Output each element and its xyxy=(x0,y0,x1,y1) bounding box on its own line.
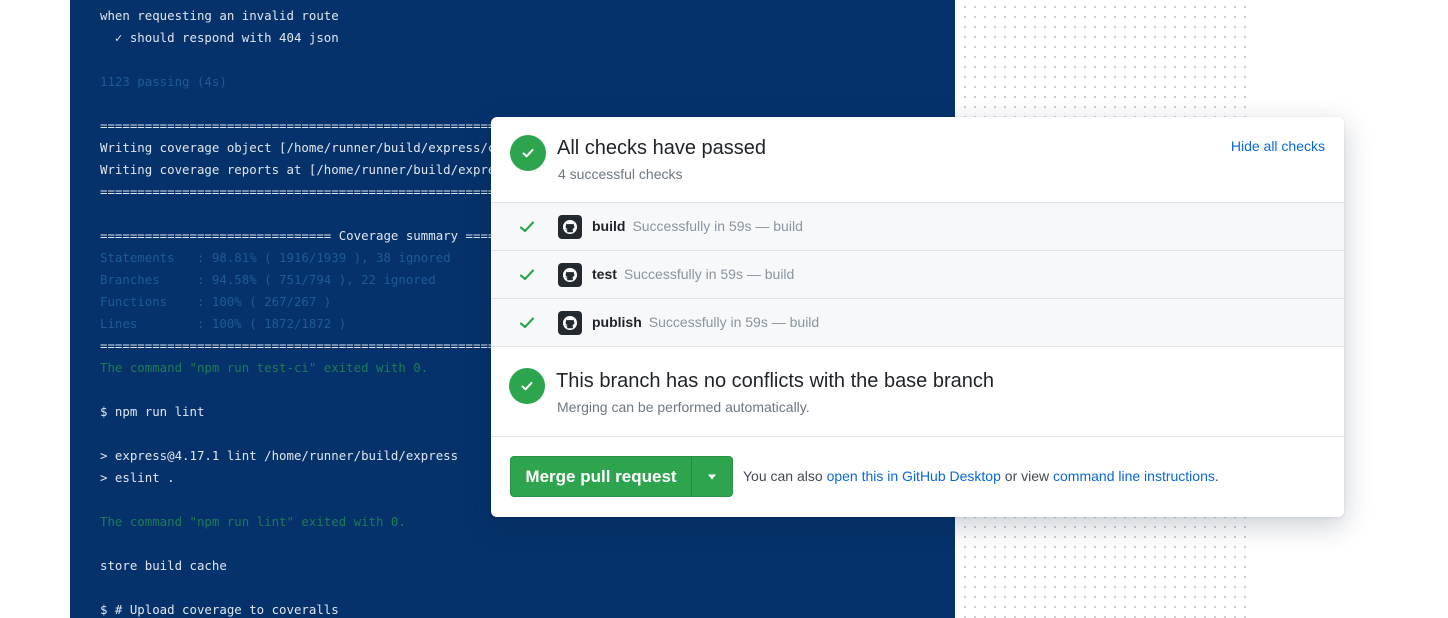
check-name: build xyxy=(592,218,626,234)
merge-status-section: This branch has no conflicts with the ba… xyxy=(491,347,1344,437)
merge-pull-request-button[interactable]: Merge pull request xyxy=(511,457,692,496)
check-description: Successfully in 59s — build xyxy=(632,218,803,234)
check-name: test xyxy=(592,266,617,282)
merge-action-bar: Merge pull request You can also open thi… xyxy=(491,437,1344,514)
check-row-publish[interactable]: publish Successfully in 59s — build xyxy=(491,299,1344,347)
merge-status-title: This branch has no conflicts with the ba… xyxy=(556,370,995,392)
log-line: Functions : 100% ( 267/267 ) xyxy=(100,294,332,309)
check-name: publish xyxy=(592,314,642,330)
check-row-text: publish Successfully in 59s — build xyxy=(592,314,819,330)
log-line: 1123 passing (4s) xyxy=(100,74,227,89)
log-line: The command "npm run test-ci" exited wit… xyxy=(100,360,429,375)
log-line: > eslint . xyxy=(100,470,175,485)
check-row-build[interactable]: build Successfully in 59s — build xyxy=(491,203,1344,251)
hide-all-checks-link[interactable]: Hide all checks xyxy=(1231,138,1325,154)
github-logo-icon xyxy=(558,215,582,239)
caret-down-icon xyxy=(708,474,716,479)
check-description: Successfully in 59s — build xyxy=(623,266,795,282)
checks-subtitle: 4 successful checks xyxy=(558,166,683,182)
check-row-text: build Successfully in 59s — build xyxy=(592,218,803,234)
check-row-test[interactable]: test Successfully in 59s — build xyxy=(491,251,1344,299)
log-line: Branches : 94.58% ( 751/794 ), 22 ignore… xyxy=(100,272,436,287)
merge-checks-panel: All checks have passed 4 successful chec… xyxy=(491,117,1344,517)
log-line: > express@4.17.1 lint /home/runner/build… xyxy=(100,448,459,463)
log-line: The command "npm run lint" exited with 0… xyxy=(100,514,406,529)
command-line-instructions-link[interactable]: command line instructions xyxy=(1053,468,1215,484)
log-line: $ # Upload coverage to coveralls xyxy=(100,602,339,617)
github-logo-icon xyxy=(558,263,582,287)
check-icon xyxy=(519,220,535,239)
log-line-text: ✓ should respond with 404 json xyxy=(100,30,339,45)
note-middle: or view xyxy=(1000,468,1054,484)
merge-options-dropdown[interactable] xyxy=(692,457,732,496)
check-icon xyxy=(519,316,535,335)
check-icon xyxy=(519,268,535,287)
success-check-icon xyxy=(510,135,546,171)
checks-header: All checks have passed 4 successful chec… xyxy=(491,117,1344,203)
log-line: $ npm run lint xyxy=(100,404,205,419)
success-check-icon xyxy=(509,368,545,404)
note-prefix: You can also xyxy=(743,468,827,484)
merge-button-group: Merge pull request xyxy=(510,456,733,497)
merge-alternatives-note: You can also open this in GitHub Desktop… xyxy=(743,468,1219,484)
checks-title: All checks have passed xyxy=(557,137,767,159)
log-line: when requesting an invalid route xyxy=(100,8,339,23)
check-row-text: test Successfully in 59s — build xyxy=(592,266,794,282)
log-line: Statements : 98.81% ( 1916/1939 ), 38 ig… xyxy=(100,250,451,265)
log-line: Lines : 100% ( 1872/1872 ) xyxy=(100,316,347,331)
open-github-desktop-link[interactable]: open this in GitHub Desktop xyxy=(827,468,1001,484)
log-line: store build cache xyxy=(100,558,227,573)
github-logo-icon xyxy=(558,311,582,335)
check-description: Successfully in 59s — build xyxy=(648,314,820,330)
merge-status-subtitle: Merging can be performed automatically. xyxy=(557,399,810,415)
log-line: ✓ should respond with 404 json xyxy=(100,27,339,49)
note-suffix: . xyxy=(1214,468,1219,484)
